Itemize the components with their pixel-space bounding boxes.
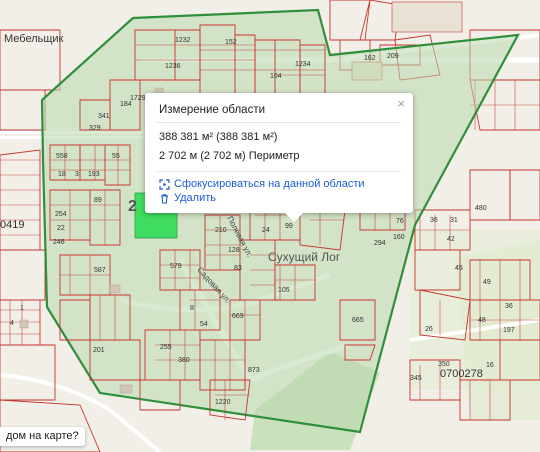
svg-text:24: 24 — [262, 227, 270, 234]
svg-text:197: 197 — [503, 327, 515, 334]
svg-text:254: 254 — [55, 211, 67, 218]
svg-text:579: 579 — [170, 263, 182, 270]
svg-text:89: 89 — [94, 197, 102, 204]
svg-text:345: 345 — [410, 375, 422, 382]
cadastral-map[interactable]: 55818 3 25422246 1938955 58720114 1236341… — [0, 0, 540, 452]
svg-text:246: 246 — [53, 239, 65, 246]
focus-icon — [159, 178, 170, 190]
svg-text:152: 152 — [225, 39, 237, 46]
perimeter-value: 2 702 м (2 702 м) Периметр — [159, 150, 300, 162]
svg-text:45: 45 — [455, 265, 463, 272]
svg-text:201: 201 — [93, 347, 105, 354]
svg-text:380: 380 — [178, 357, 190, 364]
svg-text:1234: 1234 — [295, 61, 311, 68]
svg-text:36: 36 — [430, 217, 438, 224]
svg-text:341: 341 — [98, 113, 110, 120]
svg-text:1: 1 — [20, 305, 24, 312]
popup-divider — [157, 122, 401, 123]
area-measurement-popup: Измерение области × 388 381 м² (388 381 … — [145, 93, 413, 222]
svg-text:294: 294 — [374, 240, 386, 247]
cadastral-number-label-right: 0700278 — [440, 368, 483, 380]
svg-text:1232: 1232 — [175, 37, 191, 44]
svg-text:162: 162 — [364, 55, 376, 62]
close-icon[interactable]: × — [397, 96, 405, 111]
svg-text:558: 558 — [56, 153, 68, 160]
popup-title: Измерение области — [159, 104, 266, 116]
focus-area-label: Сфокусироваться на данной области — [174, 178, 365, 190]
svg-text:480: 480 — [475, 205, 487, 212]
svg-text:105: 105 — [278, 287, 290, 294]
svg-text:31: 31 — [450, 217, 458, 224]
svg-text:83: 83 — [234, 265, 242, 272]
trash-icon — [159, 193, 170, 204]
svg-text:184: 184 — [120, 101, 132, 108]
locality-label-log: Сухущий Лог — [268, 250, 341, 264]
cadastral-number-label-left: 0419 — [0, 219, 25, 231]
svg-text:8: 8 — [190, 305, 194, 312]
area-value: 388 381 м² (388 381 м²) — [159, 131, 278, 143]
popup-divider-2 — [157, 171, 401, 172]
focus-area-link[interactable]: Сфокусироваться на данной области — [159, 178, 365, 190]
svg-text:22: 22 — [57, 225, 65, 232]
svg-text:48: 48 — [478, 317, 486, 324]
delete-area-link[interactable]: Удалить — [159, 192, 216, 204]
svg-text:350: 350 — [438, 361, 450, 368]
quarter-number-label: 2 — [128, 198, 137, 215]
delete-area-label: Удалить — [174, 192, 216, 204]
svg-text:255: 255 — [160, 344, 172, 351]
svg-text:128: 128 — [228, 247, 240, 254]
svg-text:4: 4 — [10, 320, 14, 327]
svg-text:3: 3 — [75, 171, 79, 178]
svg-text:36: 36 — [505, 303, 513, 310]
svg-text:210: 210 — [215, 227, 227, 234]
svg-text:873: 873 — [248, 367, 260, 374]
find-house-help-button[interactable]: дом на карте? — [0, 427, 85, 446]
svg-text:587: 587 — [94, 267, 106, 274]
svg-text:209: 209 — [387, 53, 399, 60]
svg-text:26: 26 — [425, 326, 433, 333]
svg-text:669: 669 — [232, 313, 244, 320]
svg-text:160: 160 — [393, 234, 405, 241]
svg-text:99: 99 — [285, 223, 293, 230]
svg-text:18: 18 — [58, 171, 66, 178]
svg-text:76: 76 — [396, 218, 404, 225]
svg-text:193: 193 — [88, 171, 100, 178]
locality-label-mebelshchik: Мебельщик — [4, 33, 64, 45]
svg-text:54: 54 — [200, 321, 208, 328]
svg-text:1220: 1220 — [215, 399, 231, 406]
svg-text:16: 16 — [486, 362, 494, 369]
svg-text:1729: 1729 — [130, 95, 146, 102]
svg-text:49: 49 — [483, 279, 491, 286]
svg-text:104: 104 — [270, 73, 282, 80]
svg-text:42: 42 — [447, 236, 455, 243]
svg-text:329: 329 — [89, 125, 101, 132]
svg-text:55: 55 — [112, 153, 120, 160]
svg-text:665: 665 — [352, 317, 364, 324]
svg-text:1236: 1236 — [165, 63, 181, 70]
